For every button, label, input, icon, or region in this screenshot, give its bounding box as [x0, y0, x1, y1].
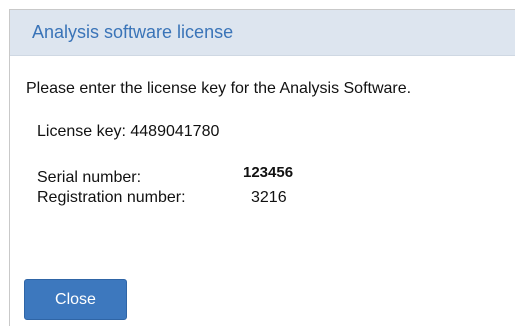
- dialog-titlebar: Analysis software license: [10, 10, 515, 56]
- serial-number-value: 123456: [243, 164, 294, 181]
- instruction-text: Please enter the license key for the Ana…: [26, 80, 412, 97]
- license-key-text: License key: 4489041780: [37, 123, 220, 140]
- close-button[interactable]: Close: [24, 279, 127, 320]
- registration-number-label: Registration number:: [37, 189, 186, 206]
- serial-number-label: Serial number:: [37, 169, 142, 186]
- dialog-title: Analysis software license: [32, 22, 234, 42]
- license-dialog: Analysis software license Please enter t…: [9, 9, 515, 326]
- registration-number-value: 3216: [251, 189, 287, 206]
